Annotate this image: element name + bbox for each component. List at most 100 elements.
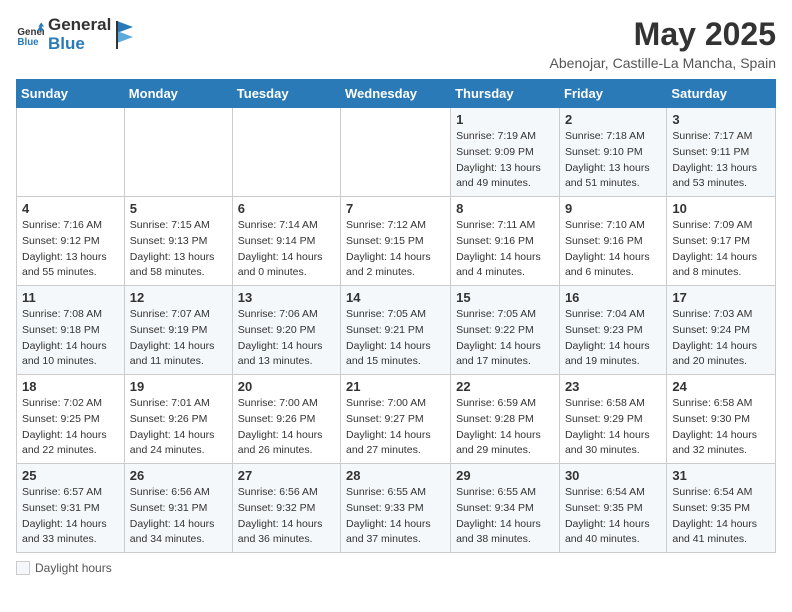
calendar-day-cell: 6 Sunrise: 7:14 AMSunset: 9:14 PMDaylight… [232, 197, 340, 286]
day-info: Sunrise: 7:12 AMSunset: 9:15 PMDaylight:… [346, 218, 445, 281]
calendar-day-cell: 13 Sunrise: 7:06 AMSunset: 9:20 PMDayligh… [232, 286, 340, 375]
day-info: Sunrise: 7:00 AMSunset: 9:27 PMDaylight:… [346, 396, 445, 459]
day-number: 17 [672, 290, 770, 305]
calendar-week-row: 11 Sunrise: 7:08 AMSunset: 9:18 PMDayligh… [17, 286, 776, 375]
calendar-day-cell: 31Sunrise: 6:54 AMSunset: 9:35 PMDayligh… [667, 464, 776, 553]
calendar-day-cell [17, 108, 125, 197]
daylight-label: Daylight hours [35, 561, 112, 575]
calendar-day-cell: 2 Sunrise: 7:18 AMSunset: 9:10 PMDaylight… [559, 108, 666, 197]
day-number: 24 [672, 379, 770, 394]
day-number: 13 [238, 290, 335, 305]
weekday-header: Sunday [17, 80, 125, 108]
day-number: 18 [22, 379, 119, 394]
day-number: 20 [238, 379, 335, 394]
day-info: Sunrise: 7:10 AMSunset: 9:16 PMDaylight:… [565, 218, 661, 281]
day-info: Sunrise: 7:05 AMSunset: 9:22 PMDaylight:… [456, 307, 554, 370]
logo-icon: General Blue [16, 21, 44, 49]
day-number: 14 [346, 290, 445, 305]
day-number: 9 [565, 201, 661, 216]
calendar-day-cell: 28 Sunrise: 6:55 AMSunset: 9:33 PMDayligh… [341, 464, 451, 553]
calendar-day-cell: 1Sunrise: 7:19 AMSunset: 9:09 PMDaylight… [451, 108, 560, 197]
daylight-legend: Daylight hours [16, 561, 112, 575]
calendar-day-cell: 10Sunrise: 7:09 AMSunset: 9:17 PMDayligh… [667, 197, 776, 286]
day-number: 1 [456, 112, 554, 127]
day-info: Sunrise: 6:57 AMSunset: 9:31 PMDaylight:… [22, 485, 119, 548]
day-info: Sunrise: 6:55 AMSunset: 9:34 PMDaylight:… [456, 485, 554, 548]
day-info: Sunrise: 7:02 AMSunset: 9:25 PMDaylight:… [22, 396, 119, 459]
weekday-header: Saturday [667, 80, 776, 108]
day-info: Sunrise: 7:11 AMSunset: 9:16 PMDaylight:… [456, 218, 554, 281]
day-number: 8 [456, 201, 554, 216]
day-info: Sunrise: 7:04 AMSunset: 9:23 PMDaylight:… [565, 307, 661, 370]
day-number: 27 [238, 468, 335, 483]
calendar-day-cell [341, 108, 451, 197]
calendar-week-row: 1Sunrise: 7:19 AMSunset: 9:09 PMDaylight… [17, 108, 776, 197]
calendar-day-cell: 20 Sunrise: 7:00 AMSunset: 9:26 PMDayligh… [232, 375, 340, 464]
header-row: SundayMondayTuesdayWednesdayThursdayFrid… [17, 80, 776, 108]
day-number: 3 [672, 112, 770, 127]
day-info: Sunrise: 7:05 AMSunset: 9:21 PMDaylight:… [346, 307, 445, 370]
calendar-day-cell: 5 Sunrise: 7:15 AMSunset: 9:13 PMDaylight… [124, 197, 232, 286]
day-number: 11 [22, 290, 119, 305]
calendar-day-cell: 29Sunrise: 6:55 AMSunset: 9:34 PMDayligh… [451, 464, 560, 553]
day-info: Sunrise: 7:00 AMSunset: 9:26 PMDaylight:… [238, 396, 335, 459]
day-info: Sunrise: 7:14 AMSunset: 9:14 PMDaylight:… [238, 218, 335, 281]
day-number: 2 [565, 112, 661, 127]
weekday-header: Tuesday [232, 80, 340, 108]
day-info: Sunrise: 6:54 AMSunset: 9:35 PMDaylight:… [565, 485, 661, 548]
day-info: Sunrise: 7:15 AMSunset: 9:13 PMDaylight:… [130, 218, 227, 281]
calendar-day-cell: 3 Sunrise: 7:17 AMSunset: 9:11 PMDaylight… [667, 108, 776, 197]
calendar-day-cell: 22Sunrise: 6:59 AMSunset: 9:28 PMDayligh… [451, 375, 560, 464]
day-info: Sunrise: 6:55 AMSunset: 9:33 PMDaylight:… [346, 485, 445, 548]
day-number: 12 [130, 290, 227, 305]
day-info: Sunrise: 7:17 AMSunset: 9:11 PMDaylight:… [672, 129, 770, 192]
footer: Daylight hours [16, 561, 776, 578]
calendar-day-cell: 25 Sunrise: 6:57 AMSunset: 9:31 PMDayligh… [17, 464, 125, 553]
calendar-day-cell: 24Sunrise: 6:58 AMSunset: 9:30 PMDayligh… [667, 375, 776, 464]
day-info: Sunrise: 7:01 AMSunset: 9:26 PMDaylight:… [130, 396, 227, 459]
calendar-day-cell: 11 Sunrise: 7:08 AMSunset: 9:18 PMDayligh… [17, 286, 125, 375]
calendar-day-cell: 18 Sunrise: 7:02 AMSunset: 9:25 PMDayligh… [17, 375, 125, 464]
day-info: Sunrise: 6:58 AMSunset: 9:29 PMDaylight:… [565, 396, 661, 459]
svg-text:Blue: Blue [17, 36, 39, 47]
calendar-week-row: 4 Sunrise: 7:16 AMSunset: 9:12 PMDaylight… [17, 197, 776, 286]
weekday-header: Wednesday [341, 80, 451, 108]
location-subtitle: Abenojar, Castille-La Mancha, Spain [550, 55, 776, 71]
calendar-day-cell: 14 Sunrise: 7:05 AMSunset: 9:21 PMDayligh… [341, 286, 451, 375]
calendar-day-cell: 30Sunrise: 6:54 AMSunset: 9:35 PMDayligh… [559, 464, 666, 553]
day-info: Sunrise: 7:16 AMSunset: 9:12 PMDaylight:… [22, 218, 119, 281]
day-number: 26 [130, 468, 227, 483]
logo-line1: General [48, 16, 111, 35]
daylight-box [16, 561, 30, 575]
calendar-week-row: 25 Sunrise: 6:57 AMSunset: 9:31 PMDayligh… [17, 464, 776, 553]
day-number: 19 [130, 379, 227, 394]
day-info: Sunrise: 7:06 AMSunset: 9:20 PMDaylight:… [238, 307, 335, 370]
weekday-header: Thursday [451, 80, 560, 108]
calendar-day-cell: 8 Sunrise: 7:11 AMSunset: 9:16 PMDaylight… [451, 197, 560, 286]
day-number: 5 [130, 201, 227, 216]
calendar-day-cell: 9 Sunrise: 7:10 AMSunset: 9:16 PMDaylight… [559, 197, 666, 286]
weekday-header: Friday [559, 80, 666, 108]
day-number: 6 [238, 201, 335, 216]
day-info: Sunrise: 7:18 AMSunset: 9:10 PMDaylight:… [565, 129, 661, 192]
day-number: 22 [456, 379, 554, 394]
day-number: 4 [22, 201, 119, 216]
calendar-day-cell [124, 108, 232, 197]
day-number: 28 [346, 468, 445, 483]
day-number: 25 [22, 468, 119, 483]
month-title: May 2025 [550, 16, 776, 53]
day-number: 23 [565, 379, 661, 394]
day-info: Sunrise: 6:56 AMSunset: 9:31 PMDaylight:… [130, 485, 227, 548]
day-info: Sunrise: 6:56 AMSunset: 9:32 PMDaylight:… [238, 485, 335, 548]
calendar-day-cell: 16 Sunrise: 7:04 AMSunset: 9:23 PMDayligh… [559, 286, 666, 375]
weekday-header: Monday [124, 80, 232, 108]
page-header: General Blue General Blue May 2025 Abeno… [16, 16, 776, 71]
calendar-day-cell: 23 Sunrise: 6:58 AMSunset: 9:29 PMDayligh… [559, 375, 666, 464]
day-number: 15 [456, 290, 554, 305]
calendar-day-cell: 4 Sunrise: 7:16 AMSunset: 9:12 PMDaylight… [17, 197, 125, 286]
day-number: 16 [565, 290, 661, 305]
calendar-day-cell: 15 Sunrise: 7:05 AMSunset: 9:22 PMDayligh… [451, 286, 560, 375]
day-info: Sunrise: 7:08 AMSunset: 9:18 PMDaylight:… [22, 307, 119, 370]
logo-line2: Blue [48, 35, 111, 54]
title-block: May 2025 Abenojar, Castille-La Mancha, S… [550, 16, 776, 71]
